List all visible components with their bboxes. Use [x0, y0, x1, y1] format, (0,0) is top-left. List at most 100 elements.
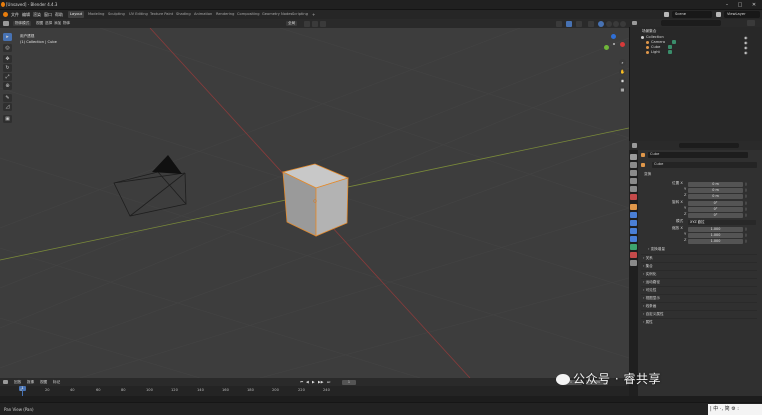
menu-playback[interactable]: 回放 [14, 380, 21, 385]
blender-menu-icon[interactable] [3, 12, 8, 17]
rotation-x-field[interactable]: 0° [688, 201, 743, 206]
annotate-icon[interactable]: ✎ [3, 94, 12, 102]
lock-icon[interactable]: ▯ [745, 213, 747, 217]
menu-file[interactable]: 文件 [11, 12, 19, 18]
outliner-scene-collection[interactable]: 场景集合 [642, 29, 656, 34]
workspace-tab-layout[interactable]: Layout [68, 11, 85, 18]
camera-object[interactable] [113, 155, 187, 217]
visibility-icon[interactable] [556, 20, 562, 27]
relations-panel[interactable]: › 关系 [641, 254, 757, 261]
properties-search-field[interactable] [679, 143, 739, 148]
wireframe-shading-icon[interactable] [606, 20, 612, 27]
pivot-icon[interactable] [304, 20, 310, 27]
zoom-icon[interactable]: ⌕ [619, 59, 626, 66]
scene-selector[interactable]: Scene [672, 11, 712, 18]
workspace-tab-texture-paint[interactable]: Texture Paint [148, 11, 175, 18]
z-axis-handle[interactable] [611, 34, 616, 39]
constraints-tab-icon[interactable] [630, 236, 637, 242]
scene-tab-icon[interactable] [630, 186, 637, 192]
current-frame-field[interactable]: 1 [342, 379, 356, 385]
lock-icon[interactable]: ▯ [745, 227, 747, 231]
motion-paths-panel[interactable]: › 运动路径 [641, 278, 757, 285]
camera-view-icon[interactable]: ◉ [619, 77, 626, 84]
jump-start-icon[interactable]: ⏮ [300, 380, 303, 384]
next-key-icon[interactable]: ▶▶ [318, 380, 324, 384]
outliner-editor-icon[interactable] [632, 21, 637, 25]
lock-icon[interactable]: ▯ [745, 207, 747, 211]
mode-selector[interactable]: 物体模式 [13, 21, 32, 26]
object-tab-icon[interactable] [630, 204, 637, 210]
menu-render[interactable]: 渲染 [33, 12, 41, 18]
rotation-z-field[interactable]: 0° [688, 213, 743, 218]
filter-icon[interactable] [747, 20, 755, 26]
cursor-icon[interactable]: ◎ [3, 44, 12, 52]
workspace-tab-shading[interactable]: Shading [174, 11, 193, 18]
cube-object[interactable] [281, 163, 350, 237]
solid-shading-icon[interactable] [598, 20, 604, 27]
workspace-tab-uv-editing[interactable]: UV Editing [127, 11, 150, 18]
lock-icon[interactable]: ▯ [745, 182, 747, 186]
particles-tab-icon[interactable] [630, 220, 637, 226]
move-icon[interactable]: ✥ [3, 55, 12, 63]
material-shading-icon[interactable] [613, 20, 619, 27]
scale-icon[interactable]: ⤢ [3, 73, 12, 81]
prev-key-icon[interactable]: ◀ [306, 380, 309, 384]
snap-icon[interactable] [312, 20, 318, 27]
rotation-mode-selector[interactable]: XYZ 欧拉 [688, 220, 756, 225]
add-workspace-button[interactable]: + [312, 12, 315, 17]
overlay-toggle-icon[interactable] [576, 20, 582, 27]
lock-icon[interactable]: ▯ [745, 233, 747, 237]
transform-panel-header[interactable]: 变换 [644, 172, 651, 178]
play-icon[interactable]: ▶ [312, 380, 315, 384]
rotate-icon[interactable]: ↻ [3, 64, 12, 72]
editor-type-icon[interactable] [3, 21, 9, 26]
navigation-gizmo[interactable] [603, 34, 627, 56]
transform-icon[interactable]: ⊕ [3, 82, 12, 90]
lock-icon[interactable]: ▯ [745, 194, 747, 198]
workspace-tab-modeling[interactable]: Modeling [86, 11, 106, 18]
outliner-row-light[interactable]: Light [646, 50, 660, 55]
ime-toolbar[interactable]: | 中 ·, 简 ⚙ : [708, 404, 762, 415]
visibility-panel[interactable]: › 可见性 [641, 286, 757, 293]
lock-icon[interactable]: ▯ [745, 239, 747, 243]
attributes-panel[interactable]: › 属性 [641, 318, 757, 325]
timeline-editor-icon[interactable] [3, 380, 8, 384]
maximize-button[interactable]: □ [735, 2, 745, 8]
3d-viewport[interactable]: 用户透视 (1) Collection | Cube ⌕ ✋ ◉ ▦ [0, 28, 629, 378]
delta-transform-subpanel[interactable]: › 变换增量 [648, 247, 665, 253]
rotation-y-field[interactable]: 0° [688, 207, 743, 212]
menu-edit[interactable]: 编辑 [22, 12, 30, 18]
object-name-row[interactable]: Cube [652, 162, 757, 168]
properties-editor-icon[interactable] [632, 143, 637, 148]
menu-marker[interactable]: 标记 [53, 380, 60, 385]
pan-hand-icon[interactable]: ✋ [619, 68, 626, 75]
collections-panel[interactable]: › 集合 [641, 262, 757, 269]
workspace-tab-animation[interactable]: Animation [192, 11, 214, 18]
menu-object[interactable]: 物体 [63, 21, 70, 26]
select-box-icon[interactable]: ▸ [3, 33, 12, 41]
jump-end-icon[interactable]: ⏭ [327, 380, 330, 384]
lock-icon[interactable]: ▯ [745, 201, 747, 205]
menu-window[interactable]: 窗口 [44, 12, 52, 18]
outliner-search-field[interactable] [661, 20, 721, 26]
measure-icon[interactable]: ◿ [3, 103, 12, 111]
workspace-tab-sculpting[interactable]: Sculpting [106, 11, 127, 18]
minimize-button[interactable]: – [722, 2, 732, 8]
location-y-field[interactable]: 0 m [688, 188, 743, 193]
close-button[interactable]: ✕ [749, 2, 759, 8]
view-layer-tab-icon[interactable] [630, 178, 637, 184]
instancing-panel[interactable]: › 实例化 [641, 270, 757, 277]
menu-keying[interactable]: 抠像 [27, 380, 34, 385]
line-art-panel[interactable]: › 线条画 [641, 302, 757, 309]
add-cube-icon[interactable]: ▣ [3, 115, 12, 123]
physics-tab-icon[interactable] [630, 228, 637, 234]
tool-tab-icon[interactable] [630, 154, 637, 160]
y-axis-handle[interactable] [604, 45, 609, 50]
menu-select[interactable]: 选择 [45, 21, 52, 26]
location-x-field[interactable]: 0 m [688, 182, 743, 187]
location-z-field[interactable]: 0 m [688, 194, 743, 199]
render-tab-icon[interactable] [630, 162, 637, 168]
visibility-eye-icon[interactable]: ◉ [744, 50, 748, 55]
menu-timeline-view[interactable]: 视图 [40, 380, 47, 385]
lock-icon[interactable]: ▯ [745, 188, 747, 192]
